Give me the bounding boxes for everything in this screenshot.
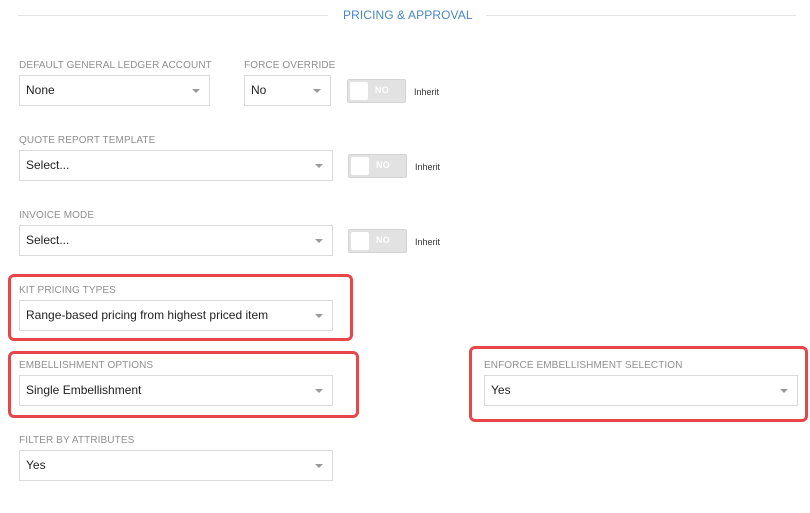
quote-report-template-value: Select... <box>26 158 70 172</box>
enforce-embellishment-select[interactable]: Yes <box>484 375 798 406</box>
force-override-toggle[interactable]: NO <box>347 79 406 103</box>
chevron-down-icon <box>315 164 323 168</box>
quote-report-template-label: QUOTE REPORT TEMPLATE <box>19 135 156 146</box>
kit-pricing-types-value: Range-based pricing from highest priced … <box>26 308 269 322</box>
quote-report-template-inherit-label: Inherit <box>415 162 441 172</box>
default-gl-account-value: None <box>26 83 55 97</box>
invoice-mode-toggle[interactable]: NO <box>348 229 407 253</box>
chevron-down-icon <box>315 464 323 468</box>
chevron-down-icon <box>780 389 788 393</box>
quote-report-template-toggle[interactable]: NO <box>348 154 407 178</box>
invoice-mode-value: Select... <box>26 233 70 247</box>
toggle-knob <box>351 232 369 250</box>
embellishment-options-label: EMBELLISHMENT OPTIONS <box>19 360 154 371</box>
force-override-inherit-label: Inherit <box>414 87 440 97</box>
toggle-state: NO <box>376 235 391 245</box>
embellishment-options-select[interactable]: Single Embellishment <box>19 375 333 406</box>
chevron-down-icon <box>315 389 323 393</box>
chevron-down-icon <box>192 89 200 93</box>
chevron-down-icon <box>313 89 321 93</box>
section-divider-left <box>18 15 328 16</box>
chevron-down-icon <box>315 314 323 318</box>
force-override-value: No <box>251 83 267 97</box>
section-divider-right <box>486 15 796 16</box>
enforce-embellishment-label: ENFORCE EMBELLISHMENT SELECTION <box>484 360 683 371</box>
toggle-knob <box>351 157 369 175</box>
embellishment-options-value: Single Embellishment <box>26 383 142 397</box>
force-override-label: FORCE OVERRIDE <box>244 60 336 71</box>
filter-by-attributes-value: Yes <box>26 458 46 472</box>
chevron-down-icon <box>315 239 323 243</box>
toggle-state: NO <box>375 85 390 95</box>
invoice-mode-label: INVOICE MODE <box>19 210 95 221</box>
kit-pricing-types-select[interactable]: Range-based pricing from highest priced … <box>19 300 333 331</box>
pricing-approval-form: PRICING & APPROVAL DEFAULT GENERAL LEDGE… <box>0 0 810 513</box>
quote-report-template-select[interactable]: Select... <box>19 150 333 181</box>
enforce-embellishment-value: Yes <box>491 383 511 397</box>
filter-by-attributes-select[interactable]: Yes <box>19 450 333 481</box>
section-title: PRICING & APPROVAL <box>343 8 473 22</box>
filter-by-attributes-label: FILTER BY ATTRIBUTES <box>19 435 135 446</box>
force-override-select[interactable]: No <box>244 75 331 106</box>
default-gl-account-label: DEFAULT GENERAL LEDGER ACCOUNT <box>19 60 212 71</box>
invoice-mode-select[interactable]: Select... <box>19 225 333 256</box>
invoice-mode-inherit-label: Inherit <box>415 237 441 247</box>
toggle-knob <box>350 82 368 100</box>
kit-pricing-types-label: KIT PRICING TYPES <box>19 285 116 296</box>
toggle-state: NO <box>376 160 391 170</box>
default-gl-account-select[interactable]: None <box>19 75 210 106</box>
